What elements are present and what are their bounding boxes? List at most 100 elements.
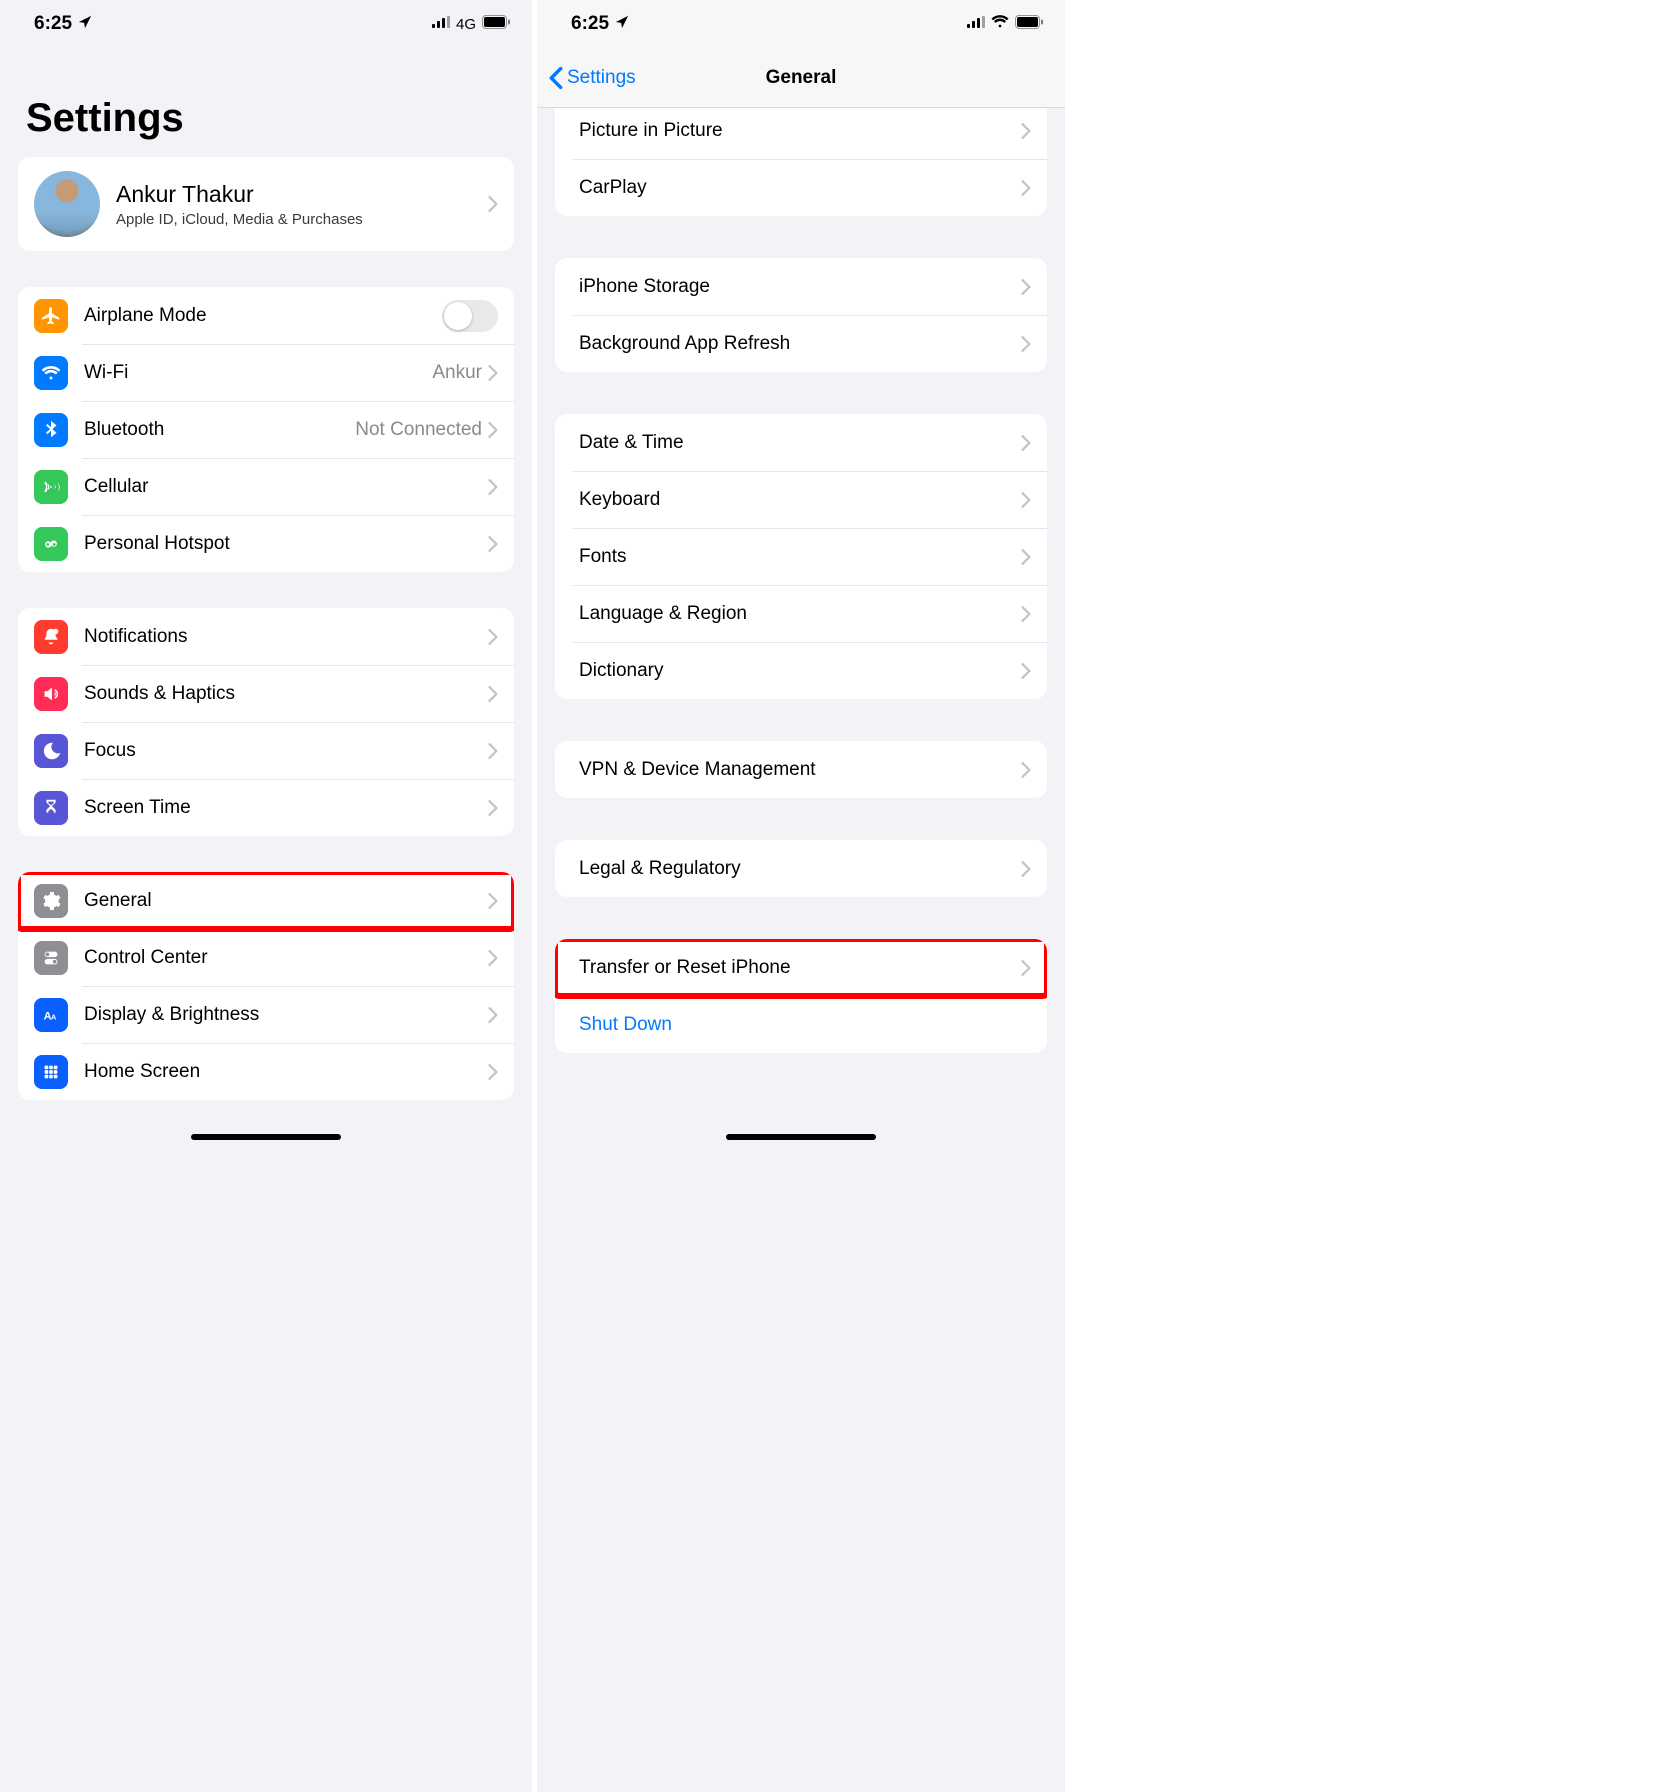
media-group: Picture in Picture CarPlay <box>555 108 1047 216</box>
general-label: General <box>84 890 488 912</box>
home-indicator[interactable] <box>191 1134 341 1140</box>
vpn-label: VPN & Device Management <box>579 759 1021 781</box>
legal-group: Legal & Regulatory <box>555 840 1047 897</box>
bg-refresh-row[interactable]: Background App Refresh <box>555 315 1047 372</box>
airplane-toggle[interactable] <box>442 300 498 332</box>
control-center-row[interactable]: Control Center <box>18 929 514 986</box>
keyboard-row[interactable]: Keyboard <box>555 471 1047 528</box>
chevron-icon <box>488 1064 498 1080</box>
bluetooth-row[interactable]: Bluetooth Not Connected <box>18 401 514 458</box>
reset-group: Transfer or Reset iPhone Shut Down <box>555 939 1047 1053</box>
chevron-icon <box>1021 606 1031 622</box>
focus-row[interactable]: Focus <box>18 722 514 779</box>
wireless-group: Airplane Mode Wi-Fi Ankur Bluetooth Not … <box>18 287 514 572</box>
notifications-label: Notifications <box>84 626 488 648</box>
chevron-icon <box>1021 960 1031 976</box>
legal-row[interactable]: Legal & Regulatory <box>555 840 1047 897</box>
storage-label: iPhone Storage <box>579 276 1021 298</box>
homescreen-label: Home Screen <box>84 1061 488 1083</box>
storage-row[interactable]: iPhone Storage <box>555 258 1047 315</box>
chevron-icon <box>1021 663 1031 679</box>
language-row[interactable]: Language & Region <box>555 585 1047 642</box>
legal-label: Legal & Regulatory <box>579 858 1021 880</box>
shutdown-label: Shut Down <box>579 1014 1031 1036</box>
general-row[interactable]: General <box>18 872 514 929</box>
fonts-row[interactable]: Fonts <box>555 528 1047 585</box>
keyboard-label: Keyboard <box>579 489 1021 511</box>
status-bar: 6:25 <box>537 0 1065 48</box>
datetime-row[interactable]: Date & Time <box>555 414 1047 471</box>
transfer-reset-label: Transfer or Reset iPhone <box>579 957 1021 979</box>
svg-text:A: A <box>51 1012 57 1021</box>
general-settings-screen: 6:25 Settings General Picture in Picture… <box>537 0 1065 1792</box>
wifi-value: Ankur <box>432 362 482 384</box>
settings-root-screen: 6:25 4G Settings Ankur Thakur Apple ID, … <box>0 0 532 1792</box>
prefs-group: Notifications Sounds & Haptics Focus Scr… <box>18 608 514 836</box>
wifi-label: Wi-Fi <box>84 362 432 384</box>
chevron-icon <box>1021 279 1031 295</box>
chevron-icon <box>1021 180 1031 196</box>
dictionary-row[interactable]: Dictionary <box>555 642 1047 699</box>
focus-label: Focus <box>84 740 488 762</box>
chevron-icon <box>488 950 498 966</box>
carplay-row[interactable]: CarPlay <box>555 159 1047 216</box>
chevron-icon <box>488 196 498 212</box>
pip-row[interactable]: Picture in Picture <box>555 108 1047 159</box>
hotspot-row[interactable]: Personal Hotspot <box>18 515 514 572</box>
vpn-group: VPN & Device Management <box>555 741 1047 798</box>
wifi-icon <box>34 356 68 390</box>
battery-icon <box>1015 15 1043 34</box>
chevron-icon <box>488 629 498 645</box>
hourglass-icon <box>34 791 68 825</box>
transfer-reset-row[interactable]: Transfer or Reset iPhone <box>555 939 1047 996</box>
wifi-status-icon <box>991 15 1009 33</box>
chevron-icon <box>1021 336 1031 352</box>
nav-title: General <box>537 67 1065 89</box>
control-center-label: Control Center <box>84 947 488 969</box>
location-icon <box>615 13 629 35</box>
carplay-label: CarPlay <box>579 177 1021 199</box>
apple-id-row[interactable]: Ankur Thakur Apple ID, iCloud, Media & P… <box>18 157 514 251</box>
profile-name: Ankur Thakur <box>116 181 488 208</box>
wifi-row[interactable]: Wi-Fi Ankur <box>18 344 514 401</box>
chevron-icon <box>488 422 498 438</box>
chevron-icon <box>1021 762 1031 778</box>
chevron-icon <box>1021 123 1031 139</box>
chevron-icon <box>488 893 498 909</box>
chevron-icon <box>488 743 498 759</box>
status-time: 6:25 <box>34 13 72 35</box>
airplane-mode-row[interactable]: Airplane Mode <box>18 287 514 344</box>
vpn-row[interactable]: VPN & Device Management <box>555 741 1047 798</box>
chevron-icon <box>488 479 498 495</box>
language-label: Language & Region <box>579 603 1021 625</box>
network-label: 4G <box>456 16 476 33</box>
dictionary-label: Dictionary <box>579 660 1021 682</box>
signal-icon <box>432 15 450 33</box>
sounds-row[interactable]: Sounds & Haptics <box>18 665 514 722</box>
home-indicator[interactable] <box>726 1134 876 1140</box>
datetime-label: Date & Time <box>579 432 1021 454</box>
bg-refresh-label: Background App Refresh <box>579 333 1021 355</box>
cellular-row[interactable]: Cellular <box>18 458 514 515</box>
shutdown-row[interactable]: Shut Down <box>555 996 1047 1053</box>
chevron-icon <box>1021 435 1031 451</box>
moon-icon <box>34 734 68 768</box>
fonts-label: Fonts <box>579 546 1021 568</box>
status-time: 6:25 <box>571 13 609 35</box>
notifications-row[interactable]: Notifications <box>18 608 514 665</box>
screentime-row[interactable]: Screen Time <box>18 779 514 836</box>
bluetooth-icon <box>34 413 68 447</box>
airplane-label: Airplane Mode <box>84 305 442 327</box>
homescreen-row[interactable]: Home Screen <box>18 1043 514 1100</box>
display-row[interactable]: AA Display & Brightness <box>18 986 514 1043</box>
pip-label: Picture in Picture <box>579 120 1021 142</box>
cellular-icon <box>34 470 68 504</box>
hotspot-label: Personal Hotspot <box>84 533 488 555</box>
screentime-label: Screen Time <box>84 797 488 819</box>
chevron-icon <box>1021 549 1031 565</box>
cellular-label: Cellular <box>84 476 488 498</box>
speaker-icon <box>34 677 68 711</box>
page-title: Settings <box>0 48 532 157</box>
intl-group: Date & Time Keyboard Fonts Language & Re… <box>555 414 1047 699</box>
toggles-icon <box>34 941 68 975</box>
